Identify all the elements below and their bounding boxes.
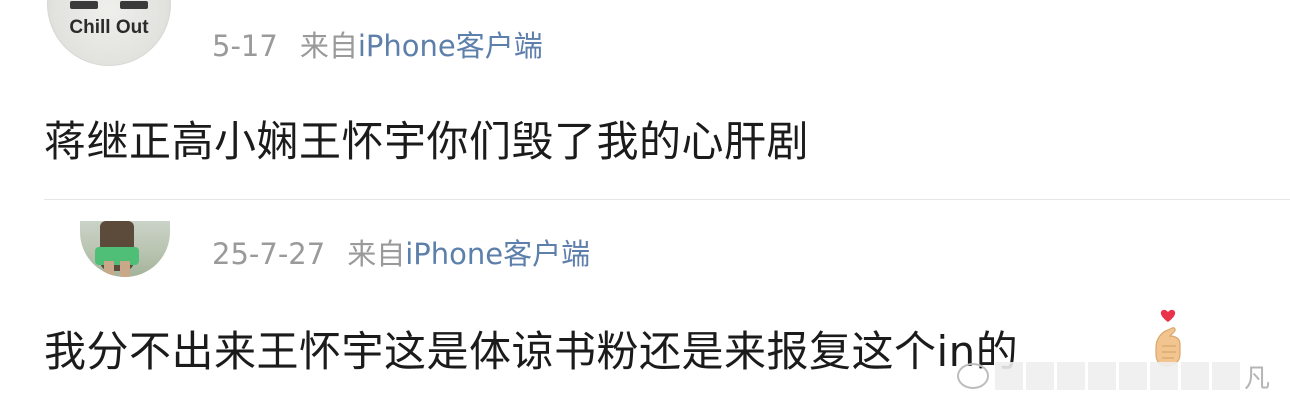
comment-text: 蒋继正高小娴王怀宇你们毁了我的心肝剧 — [44, 117, 810, 166]
comment-client-link[interactable]: iPhone客户端 — [358, 29, 543, 63]
avatar[interactable] — [80, 221, 170, 277]
comment-item: Chill Out 5-17 来自iPhone客户端 蒋继正高小娴王怀宇你们毁了我… — [0, 0, 1290, 200]
avatar-shorts — [95, 247, 139, 265]
finger-heart-icon — [1155, 309, 1181, 367]
avatar-leg — [120, 261, 130, 277]
divider — [44, 199, 1290, 200]
comment-date: 5-17 — [212, 29, 278, 63]
avatar-leg — [104, 261, 114, 277]
avatar[interactable]: Chill Out — [47, 0, 171, 66]
comment-date: 25-7-27 — [212, 237, 326, 271]
avatar-graphic — [70, 1, 148, 11]
comment-source-prefix: 来自 — [299, 29, 358, 63]
avatar-label: Chill Out — [69, 17, 149, 38]
watermark-redacted — [994, 362, 1240, 390]
watermark: 凡 — [956, 360, 1270, 394]
comment-client-link[interactable]: iPhone客户端 — [405, 237, 590, 271]
watermark-text: 凡 — [1243, 363, 1270, 394]
comment-text: 我分不出来王怀宇这是体谅书粉还是来报复这个in的 — [44, 327, 1019, 376]
comment-meta: 5-17 来自iPhone客户端 — [212, 23, 543, 65]
comment-source-prefix: 来自 — [347, 237, 406, 271]
weibo-logo-icon — [956, 363, 989, 389]
comment-meta: 25-7-27 来自iPhone客户端 — [212, 231, 590, 273]
